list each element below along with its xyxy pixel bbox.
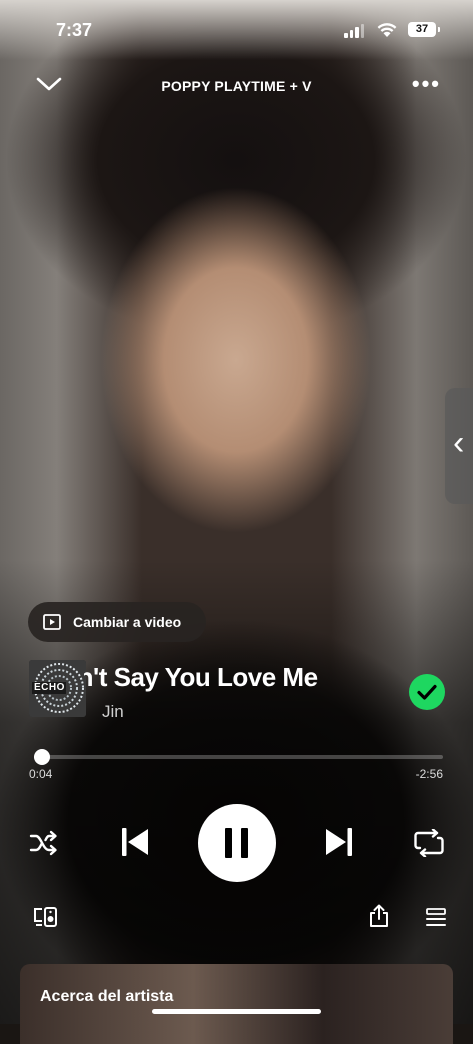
about-artist-card[interactable]: Acerca del artista xyxy=(20,964,453,1044)
artist-name[interactable]: Jin xyxy=(102,702,124,722)
previous-icon[interactable] xyxy=(120,826,150,858)
album-art[interactable]: ECHO xyxy=(29,660,86,717)
repeat-icon[interactable] xyxy=(414,829,444,857)
check-icon xyxy=(417,684,437,700)
battery-icon: 37 xyxy=(408,22,440,37)
home-indicator xyxy=(152,1009,321,1014)
playlist-title: POPPY PLAYTIME + V xyxy=(161,78,312,94)
about-artist-label: Acerca del artista xyxy=(40,988,174,1005)
progress-handle[interactable] xyxy=(34,749,50,765)
song-title-marquee[interactable]: Don't Say You Love Me xyxy=(84,660,342,696)
pause-button[interactable] xyxy=(198,804,276,882)
shuffle-icon[interactable] xyxy=(29,830,59,856)
video-icon xyxy=(43,614,61,630)
player-header: POPPY PLAYTIME + V ••• xyxy=(0,70,473,104)
status-time: 7:37 xyxy=(56,20,93,40)
album-art-text: ECHO xyxy=(34,682,65,693)
elapsed-time: 0:04 xyxy=(29,767,53,781)
remaining-time: -2:56 xyxy=(415,767,443,781)
switch-to-video-button[interactable]: Cambiar a video xyxy=(28,602,206,642)
song-title: Don't Say You Love Me xyxy=(84,662,318,692)
queue-icon[interactable] xyxy=(426,908,446,928)
track-info: ECHO Don't Say You Love Me Jin xyxy=(0,660,473,722)
share-icon[interactable] xyxy=(368,904,390,928)
liked-button[interactable] xyxy=(409,674,445,710)
wifi-icon xyxy=(377,23,397,37)
side-panel-tab[interactable]: ‹ xyxy=(445,388,473,504)
more-icon[interactable]: ••• xyxy=(412,73,441,95)
devices-icon[interactable] xyxy=(33,906,59,928)
status-bar: 7:37 37 xyxy=(0,0,473,56)
cellular-signal-icon xyxy=(344,24,364,38)
switch-to-video-label: Cambiar a video xyxy=(73,614,182,630)
side-chevron-icon: ‹ xyxy=(453,424,465,462)
next-icon[interactable] xyxy=(324,826,354,858)
progress-bar[interactable] xyxy=(34,755,443,759)
